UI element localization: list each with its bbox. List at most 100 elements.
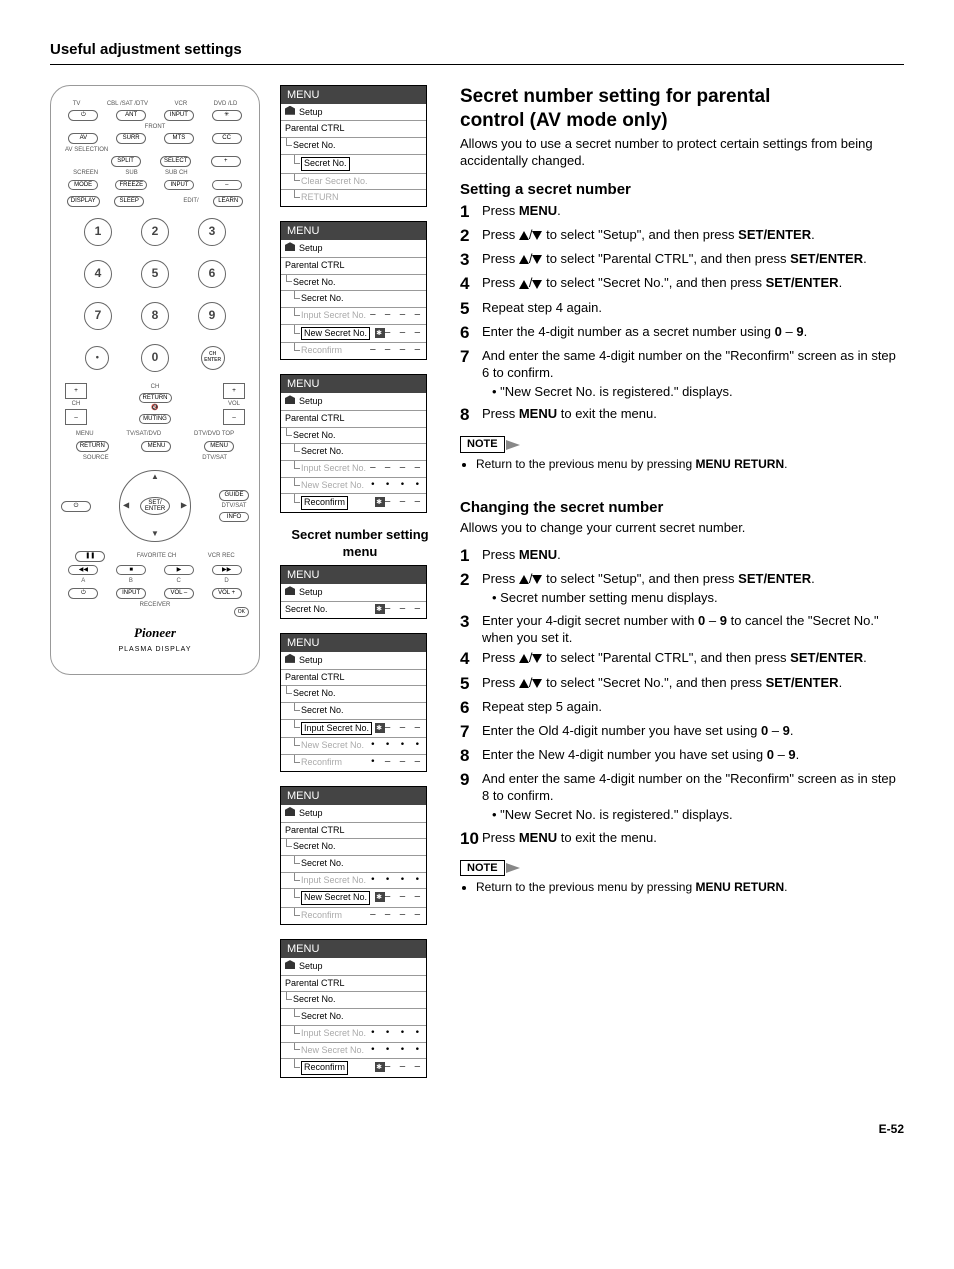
setup-label: Setup — [299, 107, 323, 117]
menu-title: MENU — [281, 634, 426, 652]
rewind-button[interactable]: ◀◀ — [68, 565, 98, 576]
ch-label-2: CH — [151, 384, 160, 391]
av-button[interactable]: AV — [68, 133, 98, 144]
set-enter-button[interactable]: SET/ ENTER — [140, 497, 170, 515]
input-secret-label: Input Secret No. — [301, 310, 366, 322]
up-icon — [519, 255, 529, 264]
num-6[interactable]: 6 — [198, 260, 226, 288]
secret-no-label: Secret No. — [301, 1011, 344, 1023]
secret-no-label: Secret No. — [293, 140, 336, 152]
learn-button[interactable]: LEARN — [213, 196, 243, 207]
secret-no-label: Secret No. — [301, 705, 344, 717]
mute-icon: 🔇 — [151, 405, 158, 412]
sleep-button[interactable]: SLEEP — [114, 196, 144, 207]
num-4[interactable]: 4 — [84, 260, 112, 288]
input-button[interactable]: INPUT — [164, 110, 194, 121]
mode-vcr: VCR — [175, 101, 188, 108]
minus-button[interactable]: – — [212, 180, 242, 191]
tvsatdvd-label: TV/SAT/DVD — [126, 431, 161, 438]
secret-no-label: Secret No. — [293, 841, 336, 853]
receiver-power-button[interactable]: ⏻ — [68, 588, 98, 599]
clear-secret-label: Clear Secret No. — [301, 176, 368, 188]
value-dots: • • • • — [370, 875, 422, 887]
plus-button[interactable]: + — [211, 156, 241, 167]
num-dot[interactable]: • — [85, 346, 109, 370]
vcr-rec-label: VCR REC — [208, 553, 235, 560]
setup-icon — [285, 242, 295, 251]
mode-cbl: CBL /SAT /DTV — [107, 101, 148, 108]
guide-button[interactable]: GUIDE — [219, 490, 249, 501]
dtvdvdtop-label: DTV/DVD TOP — [194, 431, 234, 438]
ok-button[interactable]: OK — [234, 607, 249, 617]
play-button[interactable]: ▶ — [164, 565, 194, 576]
surr-button[interactable]: SURR — [116, 133, 146, 144]
menu-title: MENU — [281, 787, 426, 805]
reconfirm-label: Reconfirm — [301, 757, 342, 769]
freeze-button[interactable]: FREEZE — [115, 180, 147, 191]
num-9[interactable]: 9 — [198, 302, 226, 330]
remote-column: TV CBL /SAT /DTV VCR DVD /LD ⏻ ANT INPUT… — [50, 85, 260, 1092]
setup-label: Setup — [299, 396, 323, 406]
down-icon — [532, 679, 542, 688]
fav-c: C — [176, 578, 180, 585]
secret-no-selected: Secret No. — [301, 157, 350, 171]
vol-down-button[interactable]: – — [223, 409, 245, 425]
intro-text-2: Allows you to change your current secret… — [460, 520, 904, 537]
display-button[interactable]: DISPLAY — [67, 196, 100, 207]
muting-button[interactable]: MUTING — [139, 414, 171, 425]
down-icon — [532, 231, 542, 240]
cc-button[interactable]: CC — [212, 133, 242, 144]
num-2[interactable]: 2 — [141, 218, 169, 246]
info-button[interactable]: INFO — [219, 512, 249, 523]
screen-label: SCREEN — [73, 170, 98, 177]
num-7[interactable]: 7 — [84, 302, 112, 330]
reconfirm-selected: Reconfirm — [301, 496, 348, 510]
menu-box-7: MENU Setup Parental CTRL Secret No. Secr… — [280, 939, 427, 1078]
vol-plus-button[interactable]: VOL + — [212, 588, 242, 599]
light-button[interactable]: ✳ — [212, 110, 242, 121]
reconfirm-selected: Reconfirm — [301, 1061, 348, 1075]
ff-button[interactable]: ▶▶ — [212, 565, 242, 576]
split-button[interactable]: SPLIT — [111, 156, 141, 167]
num-5[interactable]: 5 — [141, 260, 169, 288]
input2-button[interactable]: INPUT — [164, 180, 194, 191]
power-icon[interactable]: ⏻ — [68, 110, 98, 121]
mode-button[interactable]: MODE — [68, 180, 98, 191]
stop-button[interactable]: ■ — [116, 565, 146, 576]
menu-box-3: MENU Setup Parental CTRL Secret No. Secr… — [280, 374, 427, 513]
select-button[interactable]: SELECT — [160, 156, 191, 167]
ant-button[interactable]: ANT — [116, 110, 146, 121]
secret-no-label: Secret No. — [301, 446, 344, 458]
receiver-input-button[interactable]: INPUT — [116, 588, 146, 599]
ch-enter-button[interactable]: CH ENTER — [201, 346, 225, 370]
parental-label: Parental CTRL — [285, 260, 345, 272]
num-1[interactable]: 1 — [84, 218, 112, 246]
num-8[interactable]: 8 — [141, 302, 169, 330]
ch-down-button[interactable]: – — [65, 409, 87, 425]
menu-button[interactable]: MENU — [141, 441, 171, 452]
return-button[interactable]: RETURN — [139, 393, 172, 404]
down-icon — [532, 575, 542, 584]
menu-return-button[interactable]: RETURN — [76, 441, 109, 452]
secret-no-label: Secret No. — [301, 858, 344, 870]
ch-label: CH — [72, 401, 81, 408]
value-dashes: – – – – — [370, 345, 422, 357]
ch-up-button[interactable]: + — [65, 383, 87, 399]
value-dots: • • • • — [370, 740, 422, 752]
section-title: Secret number setting for parentalcontro… — [460, 85, 904, 134]
pause-button[interactable]: ❚❚ — [75, 551, 105, 562]
num-3[interactable]: 3 — [198, 218, 226, 246]
num-0[interactable]: 0 — [141, 344, 169, 372]
down-icon — [532, 255, 542, 264]
setup-icon — [285, 960, 295, 969]
vol-minus-button[interactable]: VOL – — [164, 588, 194, 599]
favorite-label: FAVORITE CH — [137, 553, 177, 560]
mts-button[interactable]: MTS — [164, 133, 194, 144]
dpad[interactable]: ▲ ▼ ◀ ▶ SET/ ENTER — [119, 470, 191, 542]
input-secret-label: Input Secret No. — [301, 1028, 366, 1040]
vol-up-button[interactable]: + — [223, 383, 245, 399]
menu-button-2[interactable]: MENU — [204, 441, 234, 452]
value-dots-dash: • – – – — [370, 757, 422, 769]
source-power-button[interactable]: ⏻ — [61, 501, 91, 512]
fav-b: B — [129, 578, 133, 585]
